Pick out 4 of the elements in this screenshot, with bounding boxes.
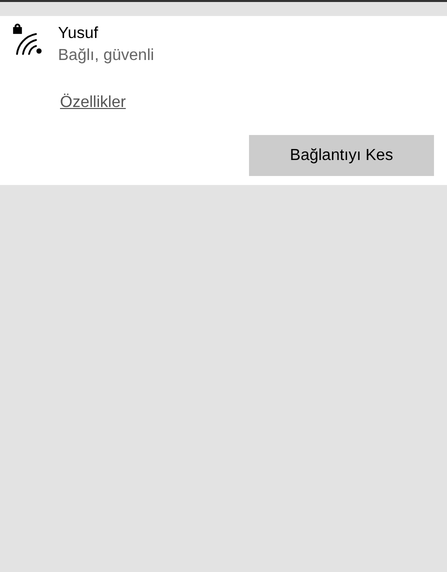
network-name: Yusuf [58,24,100,44]
disconnect-button[interactable]: Bağlantıyı Kes [249,135,434,176]
connection-status: Bağlı, güvenli [58,46,154,66]
properties-link[interactable]: Özellikler [60,94,126,111]
